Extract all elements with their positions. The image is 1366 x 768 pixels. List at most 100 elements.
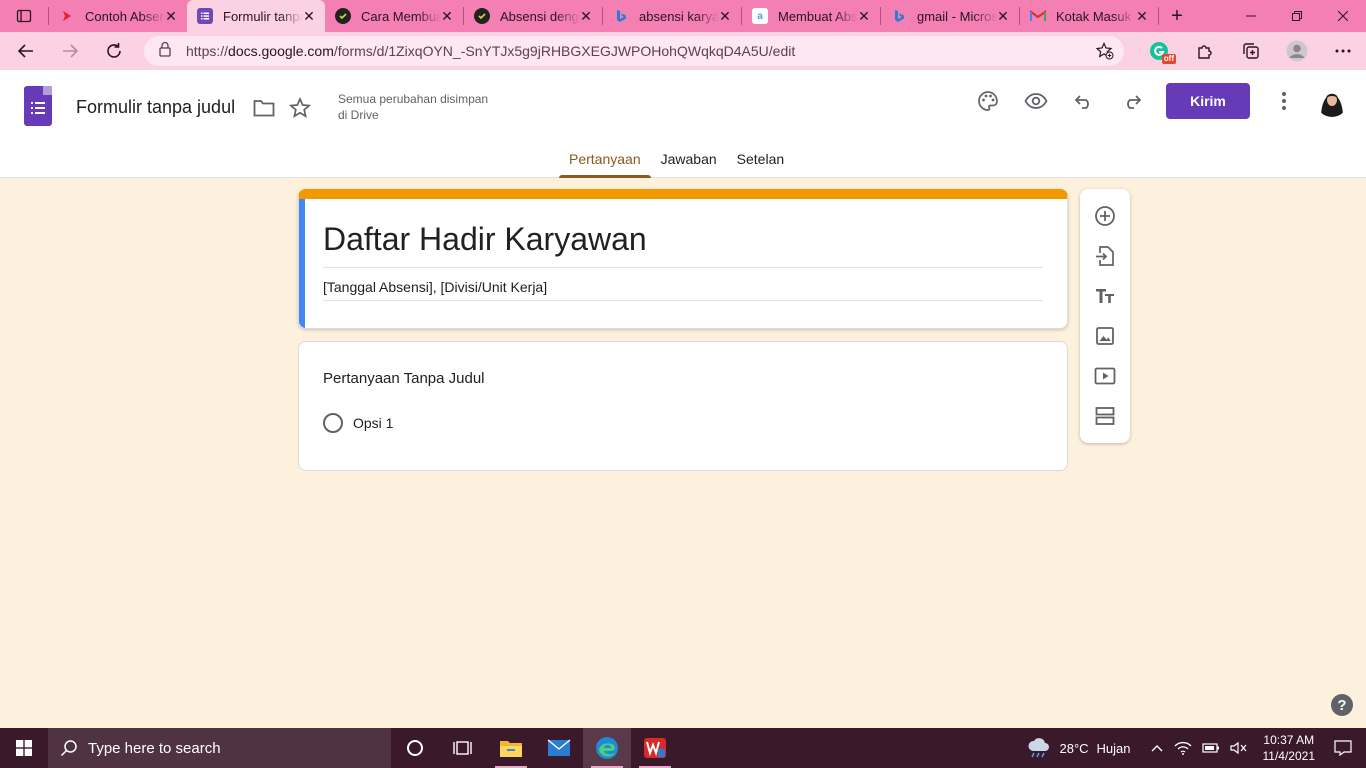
taskbar-search-box[interactable]: Type here to search [48, 728, 391, 768]
restore-button[interactable] [1274, 0, 1320, 32]
move-to-folder-button[interactable] [252, 96, 276, 120]
close-tab-icon[interactable]: ✕ [717, 8, 733, 24]
option-label[interactable]: Opsi 1 [353, 415, 393, 431]
back-button[interactable] [8, 35, 44, 67]
text-title-icon [1096, 289, 1114, 303]
address-bar[interactable]: https://docs.google.com/forms/d/1ZixqOYN… [144, 36, 1124, 66]
tab-actions-button[interactable] [0, 0, 48, 32]
close-tab-icon[interactable]: ✕ [1134, 8, 1150, 24]
undo-icon [1074, 95, 1089, 109]
form-section-tabs: Pertanyaan Jawaban Setelan [559, 148, 794, 178]
weather-description: Hujan [1096, 740, 1131, 756]
notifications-button[interactable] [1334, 740, 1352, 756]
form-title-card[interactable]: Daftar Hadir Karyawan [Tanggal Absensi],… [298, 189, 1068, 329]
close-tab-icon[interactable]: ✕ [439, 8, 455, 24]
browser-tab[interactable]: gmail - Microsoft ✕ [881, 0, 1019, 32]
tab-questions[interactable]: Pertanyaan [559, 148, 651, 178]
weather-widget[interactable]: 28°C Hujan [1027, 737, 1131, 759]
tab-title: Formulir tanpa judul [223, 8, 303, 24]
browser-tab[interactable]: Kotak Masuk ✕ [1020, 0, 1158, 32]
import-questions-button[interactable] [1093, 244, 1117, 268]
refresh-button[interactable] [96, 35, 132, 67]
mail-button[interactable] [535, 728, 583, 768]
file-explorer-button[interactable] [487, 728, 535, 768]
document-title[interactable]: Formulir tanpa judul [76, 97, 235, 118]
minimize-icon [1246, 15, 1256, 17]
close-tab-icon[interactable]: ✕ [163, 8, 179, 24]
browser-tab[interactable]: a Membuat Absensi ✕ [742, 0, 880, 32]
add-question-button[interactable] [1093, 204, 1117, 228]
add-favorite-icon[interactable] [1095, 42, 1114, 65]
a-letter-icon: a [752, 8, 768, 24]
form-title[interactable]: Daftar Hadir Karyawan [323, 221, 647, 258]
send-button[interactable]: Kirim [1166, 83, 1250, 119]
question-title[interactable]: Pertanyaan Tanpa Judul [323, 370, 485, 387]
customize-theme-button[interactable] [976, 89, 1000, 113]
volume-button[interactable] [1229, 741, 1248, 755]
collections-button[interactable] [1228, 35, 1274, 67]
grammarly-extension-button[interactable]: off [1136, 35, 1182, 67]
windows-logo-icon [16, 740, 32, 756]
url-path: /forms/d/1ZixqOYN_-SnYTJx5g9jRHBGXEGJWPO… [333, 43, 796, 59]
more-options-button[interactable] [1272, 89, 1296, 113]
url-prefix: https:// [186, 43, 229, 59]
save-status-line2: di Drive [338, 108, 379, 122]
network-button[interactable] [1174, 740, 1192, 756]
url-domain: docs.google.com [228, 43, 334, 59]
tab-responses[interactable]: Jawaban [651, 148, 727, 178]
cortana-button[interactable] [391, 728, 439, 768]
star-button[interactable] [288, 96, 312, 120]
battery-button[interactable] [1201, 742, 1220, 754]
browser-tab[interactable]: absensi karyawan ✕ [603, 0, 741, 32]
clock[interactable]: 10:37 AM 11/4/2021 [1263, 732, 1316, 764]
google-forms-logo-icon[interactable] [24, 86, 52, 126]
close-tab-icon[interactable]: ✕ [301, 8, 317, 24]
add-title-button[interactable] [1093, 284, 1117, 308]
palette-icon [978, 91, 998, 111]
youtube-red-icon [59, 8, 75, 24]
task-view-icon [453, 741, 472, 755]
add-section-button[interactable] [1093, 404, 1117, 428]
browser-tab[interactable]: Contoh Absensi ✕ [49, 0, 187, 32]
clock-date: 11/4/2021 [1262, 749, 1316, 763]
show-hidden-icons-button[interactable] [1150, 743, 1164, 753]
browser-tab[interactable]: Cara Membuat ✕ [325, 0, 463, 32]
browser-menu-button[interactable] [1320, 35, 1366, 67]
task-view-button[interactable] [439, 728, 487, 768]
lock-icon [158, 41, 172, 62]
radio-option[interactable] [323, 413, 343, 433]
question-card[interactable]: Pertanyaan Tanpa Judul Opsi 1 [298, 341, 1068, 471]
form-description[interactable]: [Tanggal Absensi], [Divisi/Unit Kerja] [323, 279, 547, 295]
extensions-button[interactable] [1182, 35, 1228, 67]
edge-browser-button[interactable] [583, 728, 631, 768]
chevron-up-icon [1151, 745, 1162, 752]
tab-settings[interactable]: Setelan [727, 148, 794, 178]
minimize-button[interactable] [1228, 0, 1274, 32]
image-icon [1096, 327, 1114, 345]
new-tab-button[interactable]: + [1159, 0, 1195, 32]
start-button[interactable] [0, 728, 48, 768]
profile-button[interactable] [1274, 35, 1320, 67]
forward-button[interactable] [52, 35, 88, 67]
close-tab-icon[interactable]: ✕ [995, 8, 1011, 24]
undo-button[interactable] [1072, 89, 1096, 113]
close-tab-icon[interactable]: ✕ [578, 8, 594, 24]
import-icon [1096, 246, 1114, 266]
close-tab-icon[interactable]: ✕ [856, 8, 872, 24]
refresh-icon [107, 43, 121, 58]
account-avatar[interactable] [1316, 85, 1348, 117]
add-image-button[interactable] [1093, 324, 1117, 348]
divider [323, 300, 1043, 301]
wps-office-button[interactable] [631, 728, 679, 768]
preview-button[interactable] [1024, 89, 1048, 113]
add-video-button[interactable] [1093, 364, 1117, 388]
browser-tab-active[interactable]: Formulir tanpa judul ✕ [187, 0, 325, 32]
volume-muted-icon [1229, 741, 1246, 755]
help-button[interactable]: ? [1331, 694, 1353, 716]
more-horizontal-icon [1335, 49, 1351, 53]
google-forms-icon [197, 8, 213, 24]
restore-icon [1292, 11, 1302, 21]
browser-tab[interactable]: Absensi dengan ✕ [464, 0, 602, 32]
close-window-button[interactable] [1320, 0, 1366, 32]
redo-button[interactable] [1120, 89, 1144, 113]
